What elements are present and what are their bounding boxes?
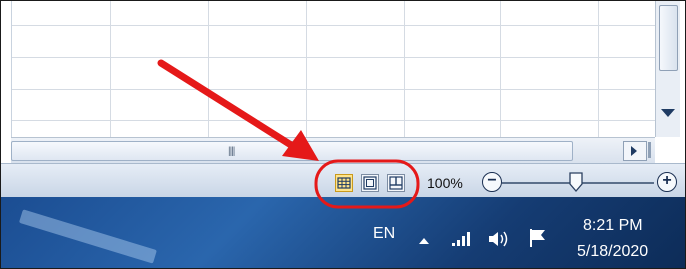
annotation-overlay [157, 59, 420, 209]
annotation-highlight-circle [314, 159, 420, 209]
annotation-arrow-shaft [157, 59, 295, 149]
screenshot-frame: |||| 100% − + EN 8:21 PM 5/18/2020 [0, 0, 686, 269]
